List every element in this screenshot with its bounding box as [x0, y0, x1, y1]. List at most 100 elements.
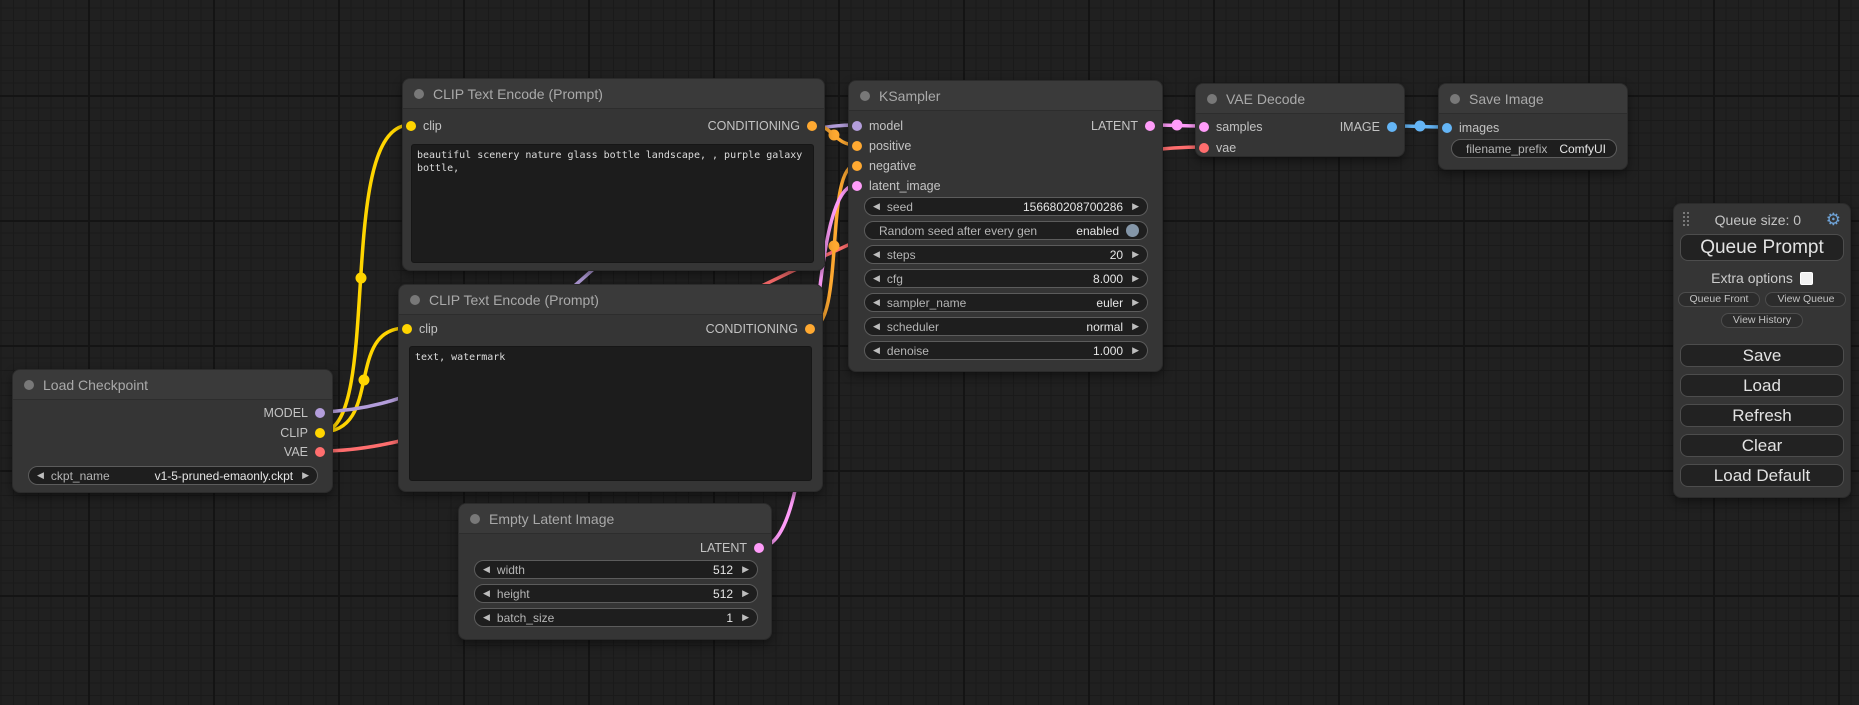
- node-title-bar[interactable]: Save Image: [1439, 84, 1627, 114]
- node-save-image[interactable]: Save Image images filename_prefix ComfyU…: [1438, 83, 1628, 170]
- clip-input-port[interactable]: [406, 121, 416, 131]
- decrement-arrow-icon[interactable]: ◀: [873, 298, 880, 307]
- decrement-arrow-icon[interactable]: ◀: [873, 202, 880, 211]
- increment-arrow-icon[interactable]: ▶: [742, 613, 749, 622]
- node-clip-text-encode-negative[interactable]: CLIP Text Encode (Prompt) clip CONDITION…: [398, 284, 823, 492]
- decrement-arrow-icon[interactable]: ◀: [873, 322, 880, 331]
- collapse-dot-icon[interactable]: [24, 380, 34, 390]
- cfg-number-widget[interactable]: ◀ cfg 8.000 ▶: [864, 269, 1148, 288]
- link-midpoint-dot[interactable]: [1172, 120, 1183, 131]
- increment-arrow-icon[interactable]: ▶: [302, 471, 309, 480]
- model-input-port[interactable]: [852, 121, 862, 131]
- node-graph-canvas[interactable]: Load Checkpoint MODEL CLIP VAE ◀ ckpt_na…: [0, 0, 1859, 705]
- queue-front-button[interactable]: Queue Front: [1678, 292, 1761, 307]
- decrement-arrow-icon[interactable]: ◀: [37, 471, 44, 480]
- toggle-knob-icon[interactable]: [1126, 224, 1139, 237]
- node-title-bar[interactable]: Empty Latent Image: [459, 504, 771, 534]
- steps-number-widget[interactable]: ◀ steps 20 ▶: [864, 245, 1148, 264]
- increment-arrow-icon[interactable]: ▶: [1132, 346, 1139, 355]
- vae-input-port[interactable]: [1199, 143, 1209, 153]
- view-history-button[interactable]: View History: [1721, 313, 1803, 328]
- conditioning-output-port[interactable]: [805, 324, 815, 334]
- decrement-arrow-icon[interactable]: ◀: [483, 565, 490, 574]
- node-title-bar[interactable]: Load Checkpoint: [13, 370, 332, 400]
- height-number-widget[interactable]: ◀ height 512 ▶: [474, 584, 758, 603]
- collapse-dot-icon[interactable]: [1450, 94, 1460, 104]
- latent-output-port[interactable]: [754, 543, 764, 553]
- increment-arrow-icon[interactable]: ▶: [1132, 202, 1139, 211]
- node-title-bar[interactable]: CLIP Text Encode (Prompt): [403, 79, 824, 109]
- view-queue-button[interactable]: View Queue: [1765, 292, 1846, 307]
- ckpt-name-combo-widget[interactable]: ◀ ckpt_name v1-5-pruned-emaonly.ckpt ▶: [28, 466, 318, 485]
- drag-handle-icon[interactable]: [1683, 212, 1690, 227]
- collapse-dot-icon[interactable]: [1207, 94, 1217, 104]
- seed-number-widget[interactable]: ◀ seed 156680208700286 ▶: [864, 197, 1148, 216]
- model-output-port[interactable]: [315, 408, 325, 418]
- link-midpoint-dot[interactable]: [359, 375, 370, 386]
- node-empty-latent-image[interactable]: Empty Latent Image LATENT ◀ width 512 ▶ …: [458, 503, 772, 640]
- node-clip-text-encode-positive[interactable]: CLIP Text Encode (Prompt) clip CONDITION…: [402, 78, 825, 271]
- scheduler-combo-widget[interactable]: ◀ scheduler normal ▶: [864, 317, 1148, 336]
- denoise-number-widget[interactable]: ◀ denoise 1.000 ▶: [864, 341, 1148, 360]
- decrement-arrow-icon[interactable]: ◀: [873, 346, 880, 355]
- conditioning-input-port[interactable]: [852, 141, 862, 151]
- node-load-checkpoint[interactable]: Load Checkpoint MODEL CLIP VAE ◀ ckpt_na…: [12, 369, 333, 493]
- node-vae-decode[interactable]: VAE Decode samples vae IMAGE: [1195, 83, 1405, 157]
- collapse-dot-icon[interactable]: [414, 89, 424, 99]
- link-midpoint-dot[interactable]: [1415, 121, 1426, 132]
- conditioning-output-port[interactable]: [807, 121, 817, 131]
- link-midpoint-dot[interactable]: [356, 273, 367, 284]
- queue-prompt-button[interactable]: Queue Prompt: [1680, 234, 1844, 261]
- slot-label: images: [1459, 121, 1499, 135]
- refresh-button[interactable]: Refresh: [1680, 404, 1844, 427]
- sampler-name-combo-widget[interactable]: ◀ sampler_name euler ▶: [864, 293, 1148, 312]
- extra-options-checkbox[interactable]: [1800, 272, 1813, 285]
- link-midpoint-dot[interactable]: [829, 241, 840, 252]
- batch-size-number-widget[interactable]: ◀ batch_size 1 ▶: [474, 608, 758, 627]
- increment-arrow-icon[interactable]: ▶: [742, 565, 749, 574]
- conditioning-input-port[interactable]: [852, 161, 862, 171]
- increment-arrow-icon[interactable]: ▶: [1132, 274, 1139, 283]
- output-slot-model: MODEL: [264, 403, 332, 423]
- vae-output-port[interactable]: [315, 447, 325, 457]
- decrement-arrow-icon[interactable]: ◀: [873, 250, 880, 259]
- load-default-button[interactable]: Load Default: [1680, 464, 1844, 487]
- save-button[interactable]: Save: [1680, 344, 1844, 367]
- node-title: CLIP Text Encode (Prompt): [429, 292, 599, 308]
- width-number-widget[interactable]: ◀ width 512 ▶: [474, 560, 758, 579]
- latent-input-port[interactable]: [852, 181, 862, 191]
- random-seed-toggle-widget[interactable]: Random seed after every gen enabled: [864, 221, 1148, 240]
- increment-arrow-icon[interactable]: ▶: [1132, 298, 1139, 307]
- extra-options-label: Extra options: [1711, 270, 1793, 286]
- latent-input-port[interactable]: [1199, 122, 1209, 132]
- clip-output-port[interactable]: [315, 428, 325, 438]
- increment-arrow-icon[interactable]: ▶: [1132, 322, 1139, 331]
- link-midpoint-dot[interactable]: [829, 130, 840, 141]
- decrement-arrow-icon[interactable]: ◀: [483, 589, 490, 598]
- negative-prompt-textarea[interactable]: text, watermark: [409, 346, 812, 481]
- positive-prompt-textarea[interactable]: beautiful scenery nature glass bottle la…: [411, 144, 814, 263]
- clip-input-port[interactable]: [402, 324, 412, 334]
- image-output-port[interactable]: [1387, 122, 1397, 132]
- widget-value: euler: [966, 296, 1123, 310]
- increment-arrow-icon[interactable]: ▶: [742, 589, 749, 598]
- node-title-bar[interactable]: KSampler: [849, 81, 1162, 111]
- load-button[interactable]: Load: [1680, 374, 1844, 397]
- filename-prefix-text-widget[interactable]: filename_prefix ComfyUI: [1451, 139, 1617, 158]
- decrement-arrow-icon[interactable]: ◀: [483, 613, 490, 622]
- clear-button[interactable]: Clear: [1680, 434, 1844, 457]
- collapse-dot-icon[interactable]: [410, 295, 420, 305]
- widget-label: seed: [887, 200, 913, 214]
- queue-menu-panel: Queue size: 0 ⚙ Queue Prompt Extra optio…: [1673, 203, 1851, 498]
- node-title-bar[interactable]: CLIP Text Encode (Prompt): [399, 285, 822, 315]
- collapse-dot-icon[interactable]: [470, 514, 480, 524]
- node-title-bar[interactable]: VAE Decode: [1196, 84, 1404, 114]
- image-input-port[interactable]: [1442, 123, 1452, 133]
- node-ksampler[interactable]: KSampler model positive negative latent_…: [848, 80, 1163, 372]
- gear-icon[interactable]: ⚙: [1826, 211, 1841, 228]
- increment-arrow-icon[interactable]: ▶: [1132, 250, 1139, 259]
- slot-label: VAE: [284, 445, 308, 459]
- latent-output-port[interactable]: [1145, 121, 1155, 131]
- collapse-dot-icon[interactable]: [860, 91, 870, 101]
- decrement-arrow-icon[interactable]: ◀: [873, 274, 880, 283]
